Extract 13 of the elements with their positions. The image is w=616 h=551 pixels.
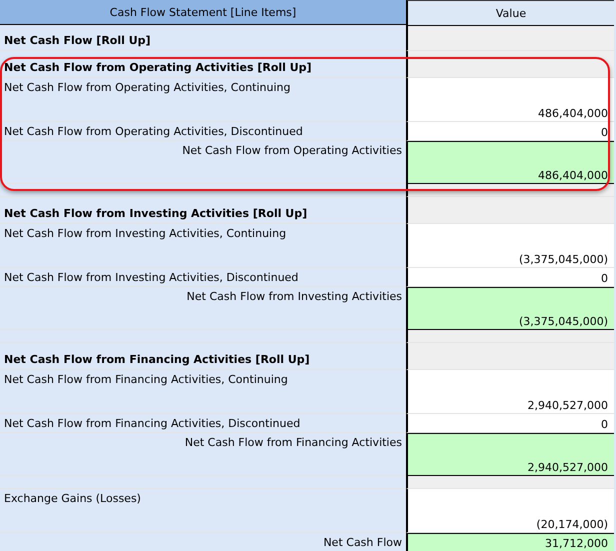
value-cell: 486,404,000 <box>406 78 614 122</box>
value-cell: 0 <box>406 268 614 287</box>
value-cell: 486,404,000 <box>406 141 614 184</box>
value-cell: (3,375,045,000) <box>406 224 614 268</box>
value-cell: 0 <box>406 122 614 141</box>
column-header: Value <box>406 0 614 26</box>
value-cell: (3,375,045,000) <box>406 287 614 330</box>
value-cell: 31,712,000 <box>406 533 614 551</box>
column-header: Cash Flow Statement [Line Items] <box>0 0 406 25</box>
value-cell: 0 <box>406 414 614 433</box>
value-cell: (20,174,000) <box>406 489 614 533</box>
value-cell: 2,940,527,000 <box>406 433 614 476</box>
value-cell: 2,940,527,000 <box>406 370 614 414</box>
